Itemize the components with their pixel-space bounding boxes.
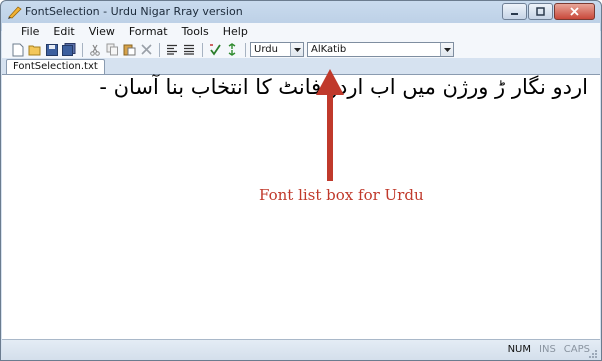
chevron-down-icon[interactable] <box>290 43 303 56</box>
minimize-icon <box>511 13 518 15</box>
language-select[interactable]: Urdu <box>250 42 304 57</box>
toolbar: Urdu AlKatib <box>2 41 600 58</box>
spell-check-icon <box>209 44 221 56</box>
text-editor[interactable]: اردو نگار ڑ ورژن میں اب اردو فانٹ کا انت… <box>2 69 600 339</box>
save-all-icon <box>62 43 76 56</box>
save-all-button[interactable] <box>61 42 77 58</box>
new-file-button[interactable] <box>10 42 26 58</box>
menu-bar: File Edit View Format Tools Help <box>2 23 600 41</box>
refresh-icon <box>228 43 236 56</box>
font-select-value: AlKatib <box>311 44 347 55</box>
menu-help[interactable]: Help <box>216 23 255 41</box>
menu-tools[interactable]: Tools <box>175 23 216 41</box>
language-select-value: Urdu <box>254 44 278 55</box>
align-justify-icon <box>184 44 194 55</box>
tab-fontselection[interactable]: FontSelection.txt <box>6 59 105 74</box>
menu-view[interactable]: View <box>82 23 122 41</box>
new-file-icon <box>12 43 24 56</box>
paste-icon <box>123 44 135 56</box>
align-justify-button[interactable] <box>181 42 197 58</box>
copy-button[interactable] <box>104 42 120 58</box>
toolbar-separator <box>159 42 160 57</box>
save-button[interactable] <box>44 42 60 58</box>
status-indicators: NUM INS CAPS <box>508 344 590 355</box>
align-left-button[interactable] <box>164 42 180 58</box>
app-window: FontSelection - Urdu Nigar Rray version … <box>0 0 602 361</box>
status-bar: NUM INS CAPS <box>2 339 600 360</box>
resize-grip-icon[interactable] <box>588 349 598 359</box>
menu-file[interactable]: File <box>14 23 46 41</box>
align-left-icon <box>167 44 177 55</box>
paste-button[interactable] <box>121 42 137 58</box>
open-button[interactable] <box>27 42 43 58</box>
menu-edit[interactable]: Edit <box>46 23 81 41</box>
delete-button[interactable] <box>138 42 154 58</box>
title-bar[interactable]: FontSelection - Urdu Nigar Rray version <box>1 1 601 23</box>
cut-icon <box>90 44 100 56</box>
open-folder-icon <box>28 45 41 55</box>
close-button[interactable] <box>554 3 595 20</box>
maximize-icon <box>536 7 545 16</box>
toolbar-separator <box>245 42 246 57</box>
spell-check-button[interactable] <box>207 42 223 58</box>
status-caps: CAPS <box>563 344 590 355</box>
delete-icon <box>140 44 152 55</box>
pen-app-icon <box>8 6 22 19</box>
annotation-label: Font list box for Urdu <box>259 186 424 204</box>
copy-icon <box>106 43 118 56</box>
toolbar-separator <box>202 42 203 57</box>
save-icon <box>46 43 58 56</box>
cut-button[interactable] <box>87 42 103 58</box>
minimize-button[interactable] <box>502 3 527 20</box>
font-select[interactable]: AlKatib <box>307 42 454 57</box>
toolbar-separator <box>82 42 83 57</box>
close-icon <box>570 7 579 16</box>
menu-format[interactable]: Format <box>122 23 175 41</box>
status-num: NUM <box>507 344 532 355</box>
annotation-arrow <box>316 69 344 181</box>
document-tab-strip: FontSelection.txt <box>2 58 600 74</box>
status-ins: INS <box>539 344 556 355</box>
window-title: FontSelection - Urdu Nigar Rray version <box>25 5 243 18</box>
maximize-button[interactable] <box>528 3 553 20</box>
refresh-button[interactable] <box>224 42 240 58</box>
chevron-down-icon[interactable] <box>440 43 453 56</box>
caption-buttons <box>502 3 595 20</box>
